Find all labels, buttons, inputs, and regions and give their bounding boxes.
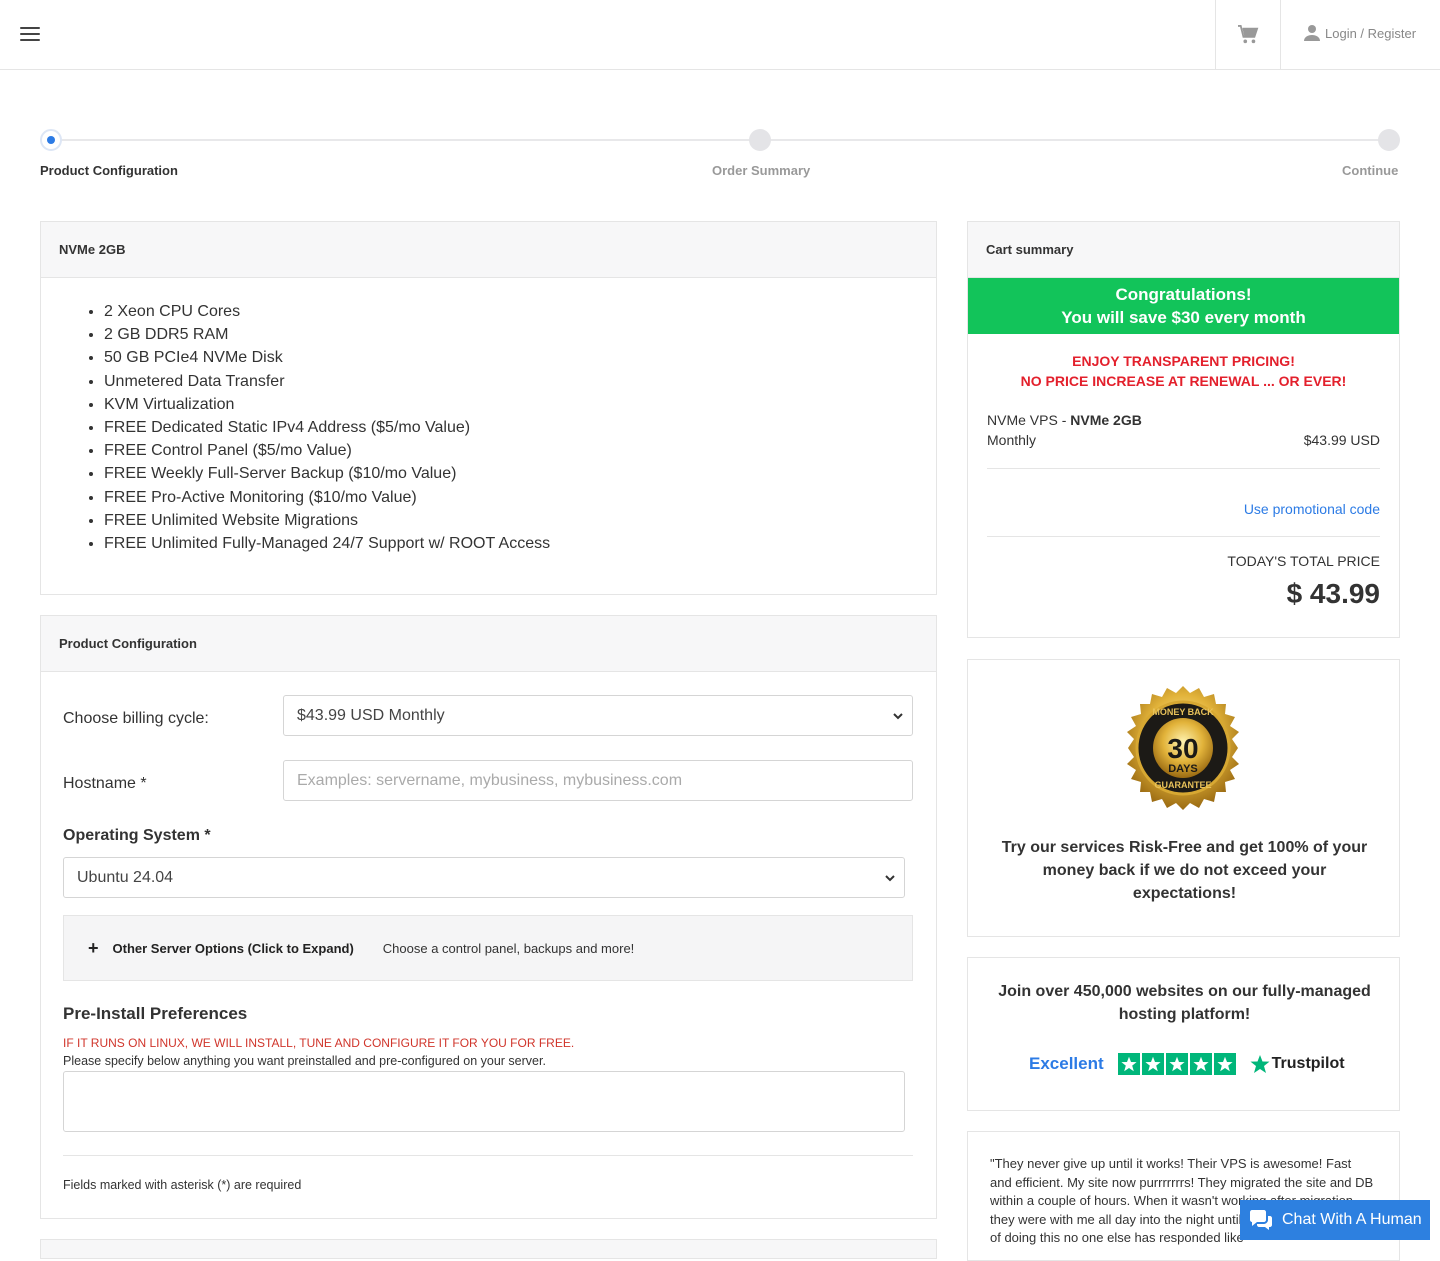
star-icon <box>1165 1053 1188 1075</box>
feature-item: FREE Unlimited Fully-Managed 24/7 Suppor… <box>104 532 936 555</box>
feature-item: KVM Virtualization <box>104 393 936 416</box>
pricing-notice-line2: NO PRICE INCREASE AT RENEWAL ... OR EVER… <box>1020 373 1347 389</box>
feature-item: Unmetered Data Transfer <box>104 370 936 393</box>
star-icon <box>1213 1053 1236 1075</box>
star-icon <box>1141 1053 1164 1075</box>
money-back-badge: 30 DAYS MONEY BACK GUARANTEE <box>1127 686 1239 810</box>
hostname-label: Hostname * <box>63 775 147 792</box>
next-panel <box>40 1239 937 1259</box>
billing-cycle-select[interactable]: $43.99 USD Monthly <box>283 695 913 736</box>
user-icon <box>1304 25 1320 41</box>
total-value: $ 43.99 <box>1286 578 1380 609</box>
cart-divider <box>987 536 1380 537</box>
trustpilot-brand: Trustpilot <box>1271 1055 1345 1072</box>
os-select[interactable]: Ubuntu 24.04 <box>63 857 905 898</box>
cart-product-name: NVMe 2GB <box>1070 412 1142 428</box>
login-label: Login / Register <box>1325 25 1417 41</box>
trustpilot-rating[interactable]: Excellent Trustpilot <box>1029 1053 1345 1075</box>
rating-stars <box>1117 1053 1238 1075</box>
cart-product-group: NVMe VPS - <box>987 412 1071 428</box>
preinstall-title: Pre-Install Preferences <box>63 1004 248 1023</box>
hostname-input[interactable]: Examples: servername, mybusiness, mybusi… <box>283 760 913 801</box>
congrats-line1: Congratulations! <box>1115 285 1252 304</box>
stepper-line <box>50 139 1390 141</box>
required-note: Fields marked with asterisk (*) are requ… <box>63 1178 302 1192</box>
preinstall-note: Please specify below anything you want p… <box>63 1054 546 1068</box>
chevron-down-icon <box>893 713 903 720</box>
preinstall-red-note: IF IT RUNS ON LINUX, WE WILL INSTALL, TU… <box>63 1036 575 1050</box>
cart-icon <box>1238 24 1259 43</box>
plus-icon: + <box>88 937 99 958</box>
os-label: Operating System * <box>63 827 211 844</box>
cart-title: Cart summary <box>968 222 1399 278</box>
feature-item: FREE Weekly Full-Server Backup ($10/mo V… <box>104 462 936 485</box>
chevron-down-icon <box>885 875 895 882</box>
badge-bottom-text: GUARANTEE <box>1154 780 1211 790</box>
billing-cycle-value: $43.99 USD Monthly <box>297 706 445 724</box>
rating-word: Excellent <box>1029 1054 1104 1073</box>
step-dot-continue <box>1378 129 1400 151</box>
expand-description: Choose a control panel, backups and more… <box>382 940 635 956</box>
star-icon <box>1189 1053 1212 1075</box>
promo-code-link[interactable]: Use promotional code <box>1244 501 1380 517</box>
badge-number: 30 <box>1167 733 1198 764</box>
pricing-notice-line1: ENJOY TRANSPARENT PRICING! <box>1072 353 1295 369</box>
hostname-placeholder: Examples: servername, mybusiness, mybusi… <box>297 771 683 789</box>
step-dot-order-summary <box>749 129 771 151</box>
feature-item: FREE Control Panel ($5/mo Value) <box>104 439 936 462</box>
top-header: Login / Register <box>0 0 1440 70</box>
congrats-line2: You will save $30 every month <box>1061 308 1306 327</box>
login-register-link[interactable]: Login / Register <box>1303 24 1416 42</box>
os-value: Ubuntu 24.04 <box>77 868 174 886</box>
trust-text: Join over 450,000 websites on our fully-… <box>998 983 1371 1023</box>
badge-top-text: MONEY BACK <box>1152 707 1214 717</box>
cart-product-line: NVMe VPS - NVMe 2GB <box>987 412 1142 428</box>
step-dot-product-configuration <box>40 129 62 151</box>
cart-cycle: Monthly <box>987 432 1037 448</box>
config-title: Product Configuration <box>41 616 936 672</box>
trust-panel: Join over 450,000 websites on our fully-… <box>967 957 1400 1111</box>
other-server-options-toggle[interactable]: + Other Server Options (Click to Expand)… <box>63 915 913 981</box>
feature-item: FREE Unlimited Website Migrations <box>104 509 936 532</box>
expand-label: Other Server Options (Click to Expand) <box>112 940 354 956</box>
menu-icon[interactable] <box>20 27 40 43</box>
testimonial-panel: "They never give up until it works! Thei… <box>967 1131 1400 1261</box>
cart-summary-panel: Cart summary Congratulations! You will s… <box>967 221 1400 638</box>
step-label-continue: Continue <box>1342 163 1399 178</box>
feature-item: 2 Xeon CPU Cores <box>104 300 936 323</box>
cart-button[interactable] <box>1215 0 1281 69</box>
guarantee-text: Try our services Risk-Free and get 100% … <box>1001 839 1368 902</box>
feature-item: 2 GB DDR5 RAM <box>104 323 936 346</box>
divider <box>63 1155 913 1156</box>
cart-price: $43.99 USD <box>1303 432 1380 448</box>
star-icon <box>1117 1053 1140 1075</box>
congrats-banner: Congratulations! You will save $30 every… <box>968 278 1399 334</box>
chat-bubble-icon <box>1250 1210 1272 1230</box>
feature-item: FREE Dedicated Static IPv4 Address ($5/m… <box>104 416 936 439</box>
step-label-product-configuration: Product Configuration <box>40 163 178 178</box>
total-label: TODAY'S TOTAL PRICE <box>1227 553 1380 569</box>
cart-divider <box>987 468 1380 469</box>
pricing-notice: ENJOY TRANSPARENT PRICING! NO PRICE INCR… <box>968 351 1399 391</box>
product-panel: NVMe 2GB 2 Xeon CPU Cores2 GB DDR5 RAM50… <box>40 221 937 595</box>
product-title: NVMe 2GB <box>41 222 936 278</box>
chat-button[interactable]: Chat With A Human <box>1240 1200 1430 1240</box>
trustpilot-star-icon <box>1250 1055 1270 1073</box>
step-label-order-summary: Order Summary <box>712 163 811 178</box>
feature-list: 2 Xeon CPU Cores2 GB DDR5 RAM50 GB PCIe4… <box>41 278 936 555</box>
badge-days: DAYS <box>1168 763 1198 775</box>
billing-cycle-label: Choose billing cycle: <box>63 710 209 727</box>
preinstall-textarea[interactable] <box>63 1071 905 1132</box>
feature-item: 50 GB PCIe4 NVMe Disk <box>104 346 936 369</box>
feature-item: FREE Pro-Active Monitoring ($10/mo Value… <box>104 486 936 509</box>
guarantee-panel: 30 DAYS MONEY BACK GUARANTEE Try our ser… <box>967 659 1400 937</box>
chat-label: Chat With A Human <box>1282 1211 1422 1228</box>
